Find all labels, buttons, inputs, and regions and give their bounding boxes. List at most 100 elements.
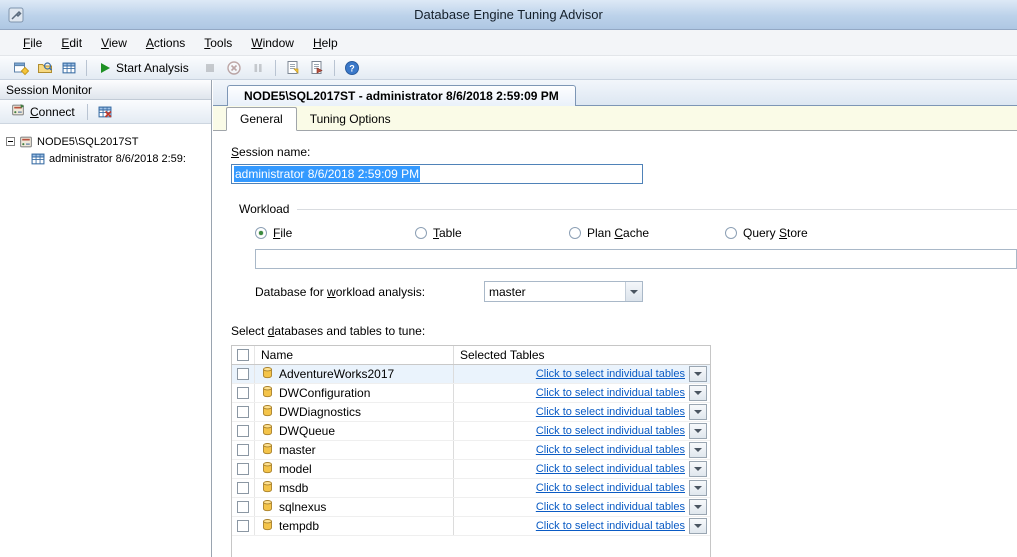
column-header-selected-tables: Selected Tables <box>454 346 710 364</box>
select-all-checkbox[interactable] <box>237 349 249 361</box>
row-checkbox[interactable] <box>237 520 249 532</box>
table-header-row: Name Selected Tables <box>232 346 710 365</box>
menubar: File Edit View Actions Tools Window Help <box>0 30 1017 56</box>
row-checkbox[interactable] <box>237 501 249 513</box>
tables-dropdown[interactable] <box>689 499 707 515</box>
radio-query-store-circle[interactable] <box>725 227 737 239</box>
database-name: msdb <box>279 481 308 495</box>
open-workload-icon[interactable] <box>34 58 56 78</box>
radio-table-circle[interactable] <box>415 227 427 239</box>
main-toolbar: Start Analysis ? <box>0 56 1017 80</box>
help-icon[interactable]: ? <box>341 58 363 78</box>
radio-plan-cache[interactable]: Plan Cache <box>569 226 725 240</box>
session-name-label: Session name: <box>231 145 1017 159</box>
select-tables-link[interactable]: Click to select individual tables <box>536 406 685 418</box>
disconnect-icon[interactable] <box>94 102 116 122</box>
row-checkbox[interactable] <box>237 463 249 475</box>
select-tables-link[interactable]: Click to select individual tables <box>536 520 685 532</box>
apply-recommendations-icon[interactable] <box>306 58 328 78</box>
select-tables-link[interactable]: Click to select individual tables <box>536 368 685 380</box>
database-icon <box>261 442 274 458</box>
menu-actions[interactable]: Actions <box>137 32 194 54</box>
new-session-icon[interactable] <box>10 58 32 78</box>
workload-file-input[interactable] <box>255 249 1017 269</box>
tree-node-session[interactable]: administrator 8/6/2018 2:59: <box>0 150 211 167</box>
chevron-down-icon[interactable] <box>625 282 642 301</box>
start-analysis-button[interactable]: Start Analysis <box>93 59 197 77</box>
database-name: AdventureWorks2017 <box>279 367 394 381</box>
group-rule <box>297 209 1017 210</box>
select-tables-link[interactable]: Click to select individual tables <box>536 425 685 437</box>
database-icon <box>261 366 274 382</box>
table-row[interactable]: msdb Click to select individual tables <box>232 479 710 498</box>
tab-general[interactable]: General <box>226 107 297 131</box>
database-icon <box>261 423 274 439</box>
select-tables-link[interactable]: Click to select individual tables <box>536 501 685 513</box>
pause-analysis-icon <box>247 58 269 78</box>
menu-tools[interactable]: Tools <box>195 32 241 54</box>
tables-dropdown[interactable] <box>689 461 707 477</box>
collapse-icon[interactable] <box>6 137 15 146</box>
start-analysis-label: Start Analysis <box>116 61 189 75</box>
menu-help[interactable]: Help <box>304 32 347 54</box>
session-name-value: administrator 8/6/2018 2:59:09 PM <box>234 166 420 182</box>
table-row[interactable]: sqlnexus Click to select individual tabl… <box>232 498 710 517</box>
table-row[interactable]: DWQueue Click to select individual table… <box>232 422 710 441</box>
session-name-input[interactable]: administrator 8/6/2018 2:59:09 PM <box>231 164 643 184</box>
row-checkbox[interactable] <box>237 444 249 456</box>
table-row[interactable]: master Click to select individual tables <box>232 441 710 460</box>
tables-dropdown[interactable] <box>689 404 707 420</box>
database-combobox[interactable]: master <box>484 281 643 302</box>
tables-dropdown[interactable] <box>689 480 707 496</box>
connect-button[interactable]: Connect <box>5 101 81 122</box>
table-row[interactable]: model Click to select individual tables <box>232 460 710 479</box>
row-checkbox[interactable] <box>237 482 249 494</box>
select-tables-link[interactable]: Click to select individual tables <box>536 444 685 456</box>
tables-dropdown[interactable] <box>689 518 707 534</box>
tables-dropdown[interactable] <box>689 423 707 439</box>
radio-plan-cache-circle[interactable] <box>569 227 581 239</box>
database-icon <box>261 518 274 534</box>
row-checkbox[interactable] <box>237 406 249 418</box>
row-checkbox[interactable] <box>237 368 249 380</box>
session-monitor-panel: Session Monitor Connect NODE5\SQL2017ST <box>0 80 212 557</box>
row-checkbox[interactable] <box>237 387 249 399</box>
view-sessions-icon[interactable] <box>58 58 80 78</box>
tables-dropdown[interactable] <box>689 366 707 382</box>
tab-tuning-options[interactable]: Tuning Options <box>297 108 404 130</box>
tree-node-server[interactable]: NODE5\SQL2017ST <box>0 133 211 150</box>
table-row[interactable]: DWConfiguration Click to select individu… <box>232 384 710 403</box>
menu-file[interactable]: File <box>14 32 51 54</box>
tables-dropdown[interactable] <box>689 442 707 458</box>
menu-window[interactable]: Window <box>242 32 303 54</box>
toolbar-separator <box>275 60 276 76</box>
select-tables-link[interactable]: Click to select individual tables <box>536 387 685 399</box>
row-checkbox[interactable] <box>237 425 249 437</box>
menu-view[interactable]: View <box>92 32 136 54</box>
radio-table[interactable]: Table <box>415 226 569 240</box>
table-row[interactable]: DWDiagnostics Click to select individual… <box>232 403 710 422</box>
column-header-name: Name <box>255 346 454 364</box>
database-icon <box>261 499 274 515</box>
database-icon <box>261 404 274 420</box>
sub-tab-strip: General Tuning Options <box>213 106 1017 131</box>
workload-radio-group: File Table Plan Cache Query Store <box>231 226 1017 240</box>
select-tables-link[interactable]: Click to select individual tables <box>536 482 685 494</box>
document-tab[interactable]: NODE5\SQL2017ST - administrator 8/6/2018… <box>227 85 576 106</box>
radio-file[interactable]: File <box>255 226 415 240</box>
menu-edit[interactable]: Edit <box>52 32 91 54</box>
database-name: DWConfiguration <box>279 386 370 400</box>
databases-table: Name Selected Tables AdventureWorks2017 … <box>231 345 711 557</box>
tables-dropdown[interactable] <box>689 385 707 401</box>
database-name: master <box>279 443 316 457</box>
table-row[interactable]: AdventureWorks2017 Click to select indiv… <box>232 365 710 384</box>
radio-file-circle[interactable] <box>255 227 267 239</box>
play-icon <box>101 63 110 73</box>
select-tables-link[interactable]: Click to select individual tables <box>536 463 685 475</box>
radio-query-store[interactable]: Query Store <box>725 226 808 240</box>
session-monitor-toolbar: Connect <box>0 100 211 124</box>
import-options-icon[interactable] <box>282 58 304 78</box>
database-icon <box>261 385 274 401</box>
svg-text:?: ? <box>349 63 355 73</box>
table-row[interactable]: tempdb Click to select individual tables <box>232 517 710 536</box>
